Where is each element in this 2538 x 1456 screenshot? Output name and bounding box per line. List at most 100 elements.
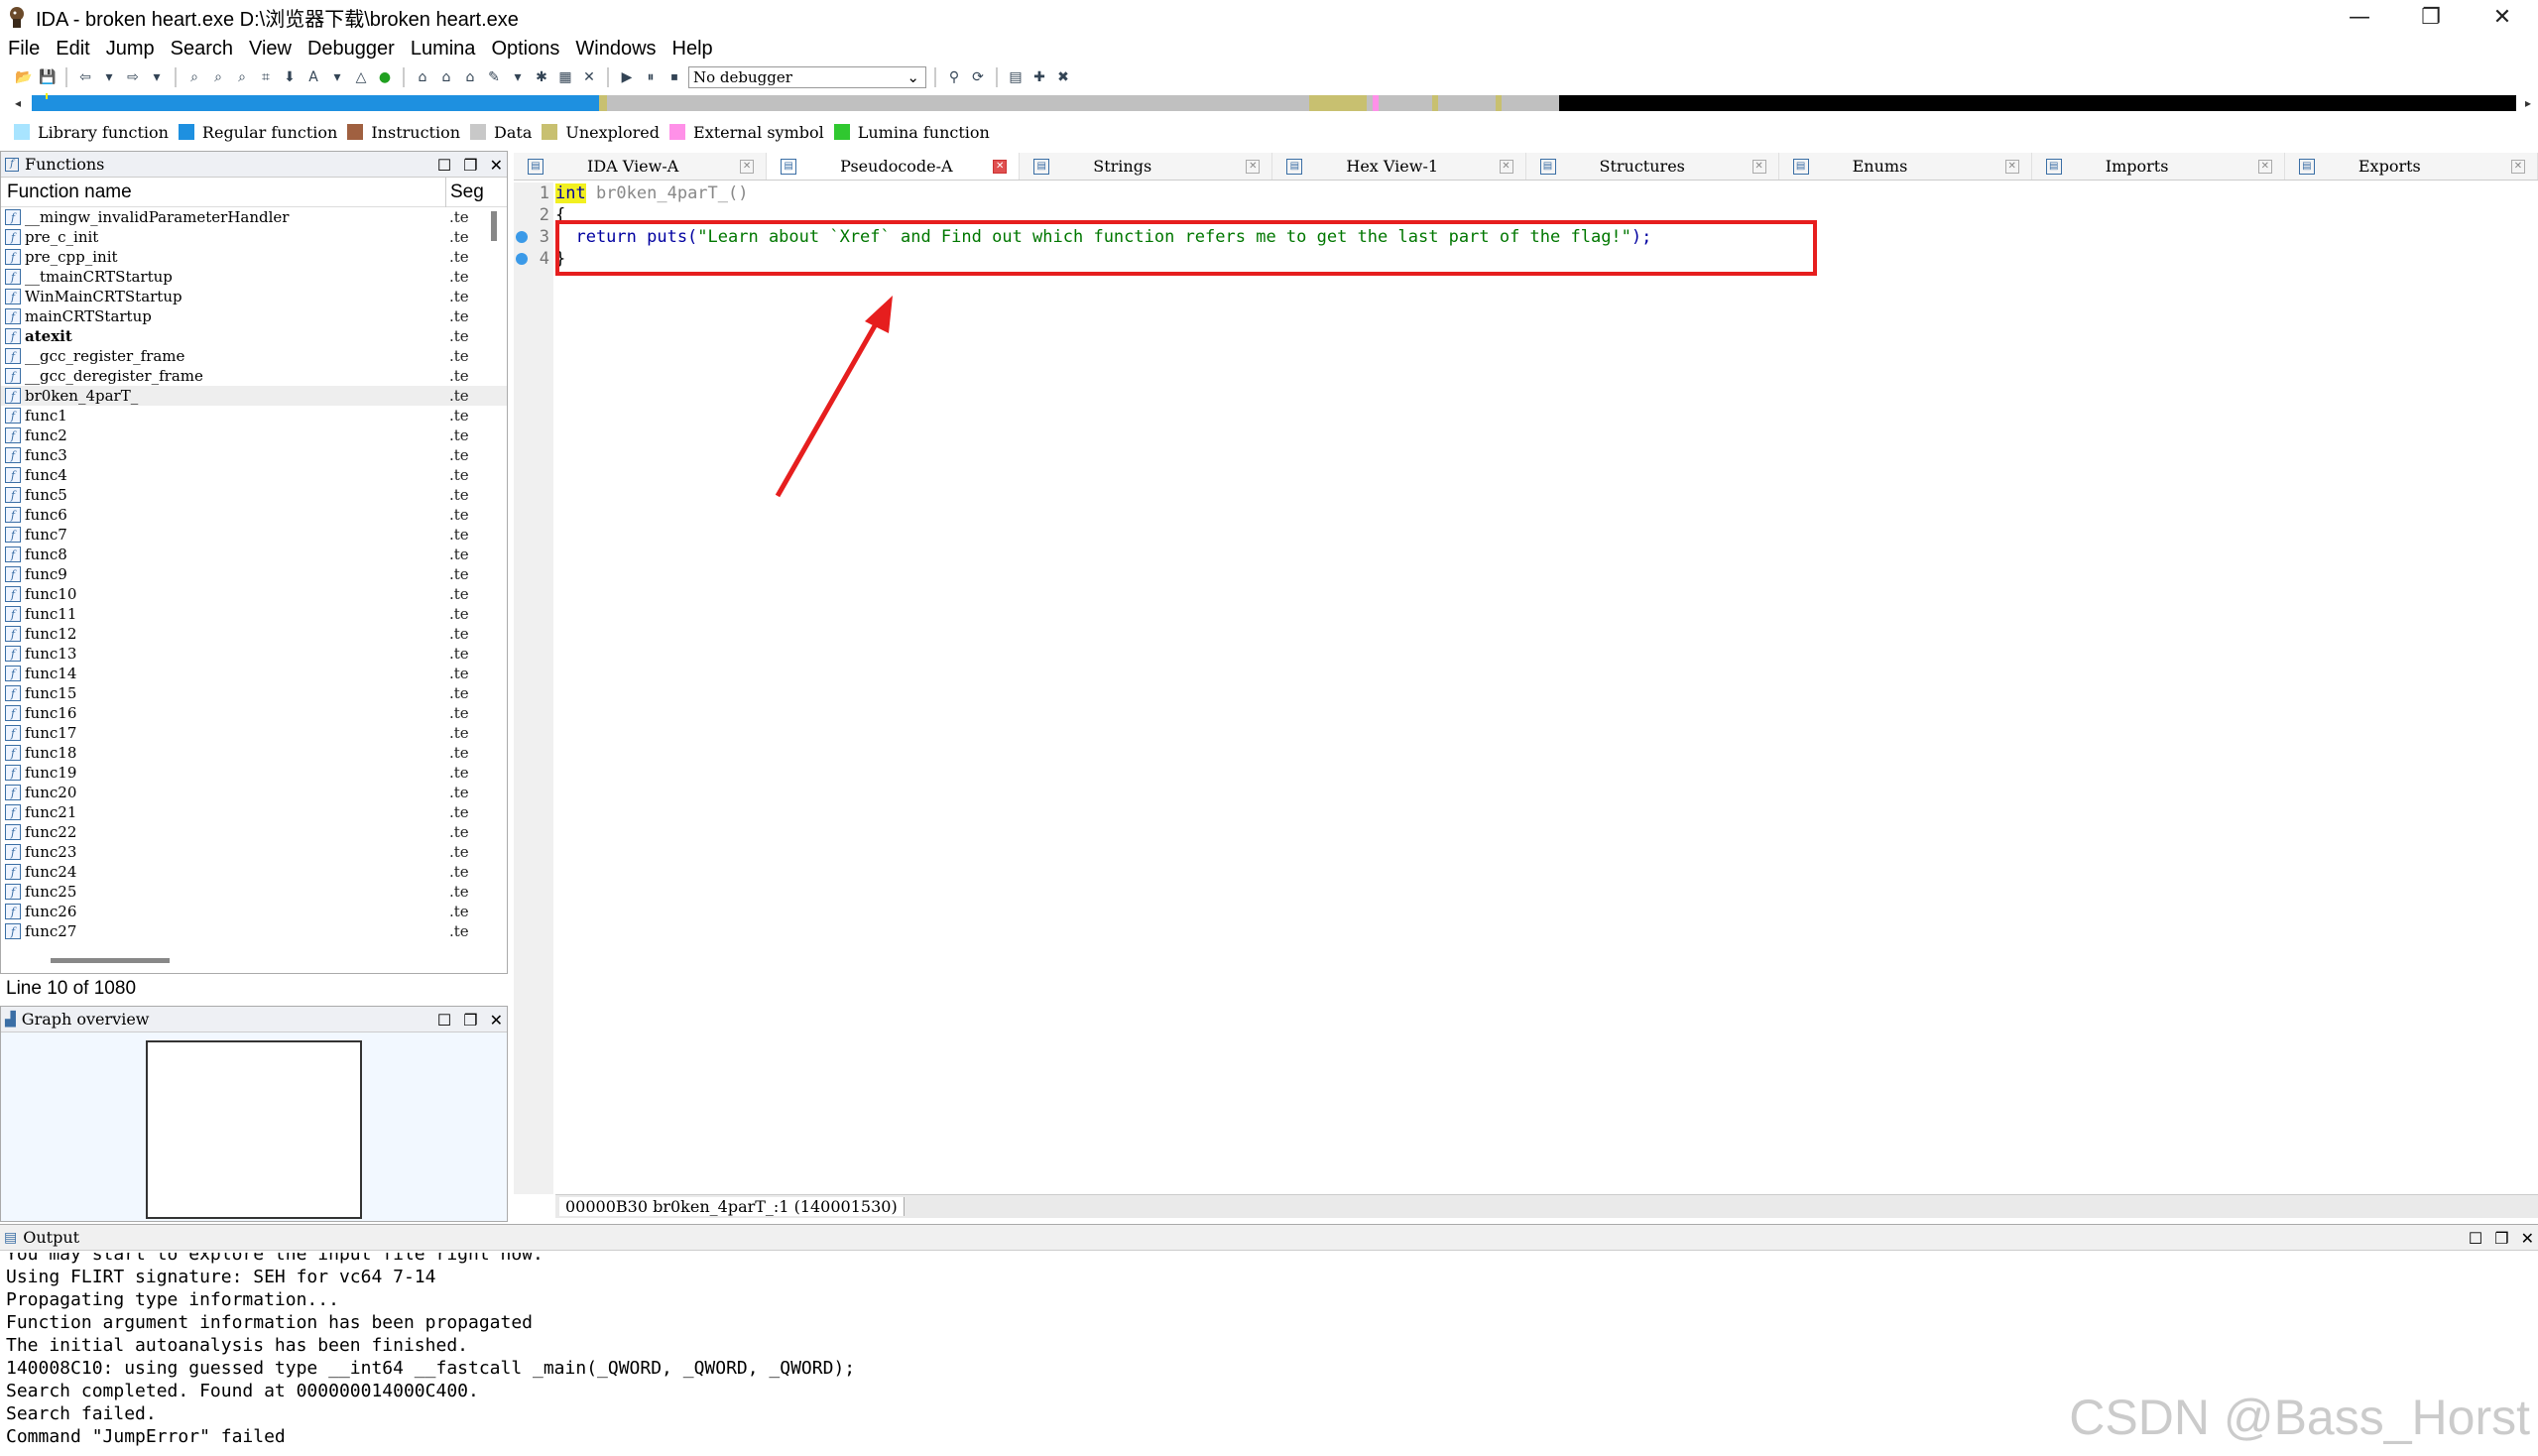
function-row[interactable]: f func4 .te <box>1 465 507 485</box>
function-row[interactable]: f func12 .te <box>1 624 507 644</box>
tab-close-icon[interactable]: ✕ <box>2257 159 2272 174</box>
function-row[interactable]: f func13 .te <box>1 644 507 664</box>
function-row[interactable]: f func14 .te <box>1 664 507 683</box>
tab-exports[interactable]: ▤ Exports ✕ <box>2285 153 2538 180</box>
float-icon[interactable]: ❐ <box>2494 1229 2508 1248</box>
pause-icon[interactable]: ⏸ <box>641 67 661 87</box>
restore-button[interactable]: ❐ <box>2395 0 2467 34</box>
tab-close-icon[interactable]: ✕ <box>2004 159 2019 174</box>
breakpoint-list-icon[interactable]: ▤ <box>1006 67 1026 87</box>
function-row[interactable]: f func20 .te <box>1 783 507 802</box>
function-row[interactable]: f func26 .te <box>1 902 507 921</box>
maximize-icon[interactable]: ☐ <box>2469 1229 2482 1248</box>
add-breakpoint-icon[interactable]: ✚ <box>1029 67 1049 87</box>
lumina-icon[interactable]: ● <box>375 67 395 87</box>
tab-close-icon[interactable]: ✕ <box>1752 159 1766 174</box>
back-icon[interactable]: ⇦ <box>75 67 95 87</box>
search-binary-icon[interactable]: ⌕ <box>184 67 204 87</box>
column-function-name[interactable]: Function name <box>7 182 132 203</box>
function-row[interactable]: f func2 .te <box>1 425 507 445</box>
function-row[interactable]: f pre_cpp_init .te <box>1 247 507 267</box>
forward-icon[interactable]: ⇨ <box>123 67 143 87</box>
vertical-scrollbar[interactable] <box>491 211 497 241</box>
dropdown-icon[interactable]: ▾ <box>99 67 119 87</box>
close-icon[interactable]: ✕ <box>490 1011 503 1030</box>
function-row[interactable]: f atexit .te <box>1 326 507 346</box>
float-icon[interactable]: ❐ <box>463 1011 477 1030</box>
search-next-icon[interactable]: ⌕ <box>232 67 252 87</box>
function-row[interactable]: f func1 .te <box>1 406 507 425</box>
patch2-icon[interactable]: ⌂ <box>436 67 456 87</box>
save-icon[interactable]: 💾 <box>38 67 58 87</box>
menu-edit[interactable]: Edit <box>48 38 97 61</box>
tab-imports[interactable]: ▤ Imports ✕ <box>2032 153 2285 180</box>
keyword-int[interactable]: int <box>555 183 586 203</box>
float-icon[interactable]: ❐ <box>463 156 477 175</box>
menu-options[interactable]: Options <box>483 38 567 61</box>
graph-overview-canvas[interactable] <box>146 1040 362 1219</box>
functions-list[interactable]: f __mingw_invalidParameterHandler .te f pre_… <box>1 207 507 941</box>
tab-close-icon[interactable]: ✕ <box>1246 159 1261 174</box>
image-icon[interactable]: ▦ <box>555 67 575 87</box>
attach-icon[interactable]: ⚲ <box>944 67 964 87</box>
maximize-icon[interactable]: ☐ <box>437 156 451 175</box>
patch-icon[interactable]: ⌂ <box>413 67 432 87</box>
function-row[interactable]: f func8 .te <box>1 545 507 564</box>
function-row[interactable]: f __gcc_register_frame .te <box>1 346 507 366</box>
dropdown-icon[interactable]: ▾ <box>147 67 167 87</box>
function-row[interactable]: f mainCRTStartup .te <box>1 306 507 326</box>
tab-pseudocode-a[interactable]: ▤ Pseudocode-A ✕ <box>767 153 1021 180</box>
tab-close-icon[interactable]: ✕ <box>740 159 755 174</box>
function-row[interactable]: f func24 .te <box>1 862 507 882</box>
graph-icon[interactable]: △ <box>351 67 371 87</box>
close-icon[interactable]: ✕ <box>490 156 503 175</box>
function-row[interactable]: f __mingw_invalidParameterHandler .te <box>1 207 507 227</box>
function-row[interactable]: f __gcc_deregister_frame .te <box>1 366 507 386</box>
close-icon[interactable]: ✕ <box>2521 1229 2534 1248</box>
nav-right-arrow-icon[interactable]: ▸ <box>2520 91 2536 115</box>
function-signature[interactable]: br0ken_4parT_() <box>586 183 749 203</box>
menu-lumina[interactable]: Lumina <box>403 38 484 61</box>
menu-view[interactable]: View <box>241 38 300 61</box>
tool-icon[interactable]: ✱ <box>532 67 551 87</box>
close-button[interactable]: ✕ <box>2467 0 2538 34</box>
nav-left-arrow-icon[interactable]: ◂ <box>10 91 26 115</box>
function-row[interactable]: f func23 .te <box>1 842 507 862</box>
function-row[interactable]: f func7 .te <box>1 525 507 545</box>
function-row[interactable]: f func6 .te <box>1 505 507 525</box>
function-row[interactable]: f func3 .te <box>1 445 507 465</box>
function-row[interactable]: f func15 .te <box>1 683 507 703</box>
plugin-icon[interactable]: ✎ <box>484 67 504 87</box>
tab-structures[interactable]: ▤ Structures ✕ <box>1526 153 1779 180</box>
function-row[interactable]: f func21 .te <box>1 802 507 822</box>
function-row[interactable]: f func5 .te <box>1 485 507 505</box>
menu-jump[interactable]: Jump <box>98 38 163 61</box>
minimize-button[interactable]: — <box>2324 0 2395 34</box>
search-text-icon[interactable]: ⌕ <box>208 67 228 87</box>
tab-enums[interactable]: ▤ Enums ✕ <box>1779 153 2032 180</box>
function-row[interactable]: f func27 .te <box>1 921 507 941</box>
menu-debugger[interactable]: Debugger <box>300 38 403 61</box>
tab-close-icon[interactable]: ✕ <box>1499 159 1513 174</box>
dropdown-icon[interactable]: ▾ <box>508 67 528 87</box>
navigation-band[interactable]: ◂ ▸ <box>0 91 2538 115</box>
tab-close-icon[interactable]: ✕ <box>993 159 1008 174</box>
function-row[interactable]: f func18 .te <box>1 743 507 763</box>
maximize-icon[interactable]: ☐ <box>437 1011 451 1030</box>
function-row[interactable]: f func9 .te <box>1 564 507 584</box>
menu-windows[interactable]: Windows <box>567 38 664 61</box>
refresh-icon[interactable]: ⟳ <box>968 67 988 87</box>
horizontal-scrollbar[interactable] <box>51 958 170 963</box>
menu-help[interactable]: Help <box>665 38 721 61</box>
function-row[interactable]: f func17 .te <box>1 723 507 743</box>
play-icon[interactable]: ▶ <box>617 67 637 87</box>
remove-breakpoint-icon[interactable]: ✖ <box>1053 67 1073 87</box>
menu-file[interactable]: File <box>0 38 48 61</box>
function-row[interactable]: f pre_c_init .te <box>1 227 507 247</box>
patch3-icon[interactable]: ⌂ <box>460 67 480 87</box>
tab-strings[interactable]: ▤ Strings ✕ <box>1020 153 1273 180</box>
function-row[interactable]: f func10 .te <box>1 584 507 604</box>
function-row[interactable]: f br0ken_4parT_ .te <box>1 386 507 406</box>
dropdown-icon[interactable]: ▾ <box>327 67 347 87</box>
function-row[interactable]: f func19 .te <box>1 763 507 783</box>
